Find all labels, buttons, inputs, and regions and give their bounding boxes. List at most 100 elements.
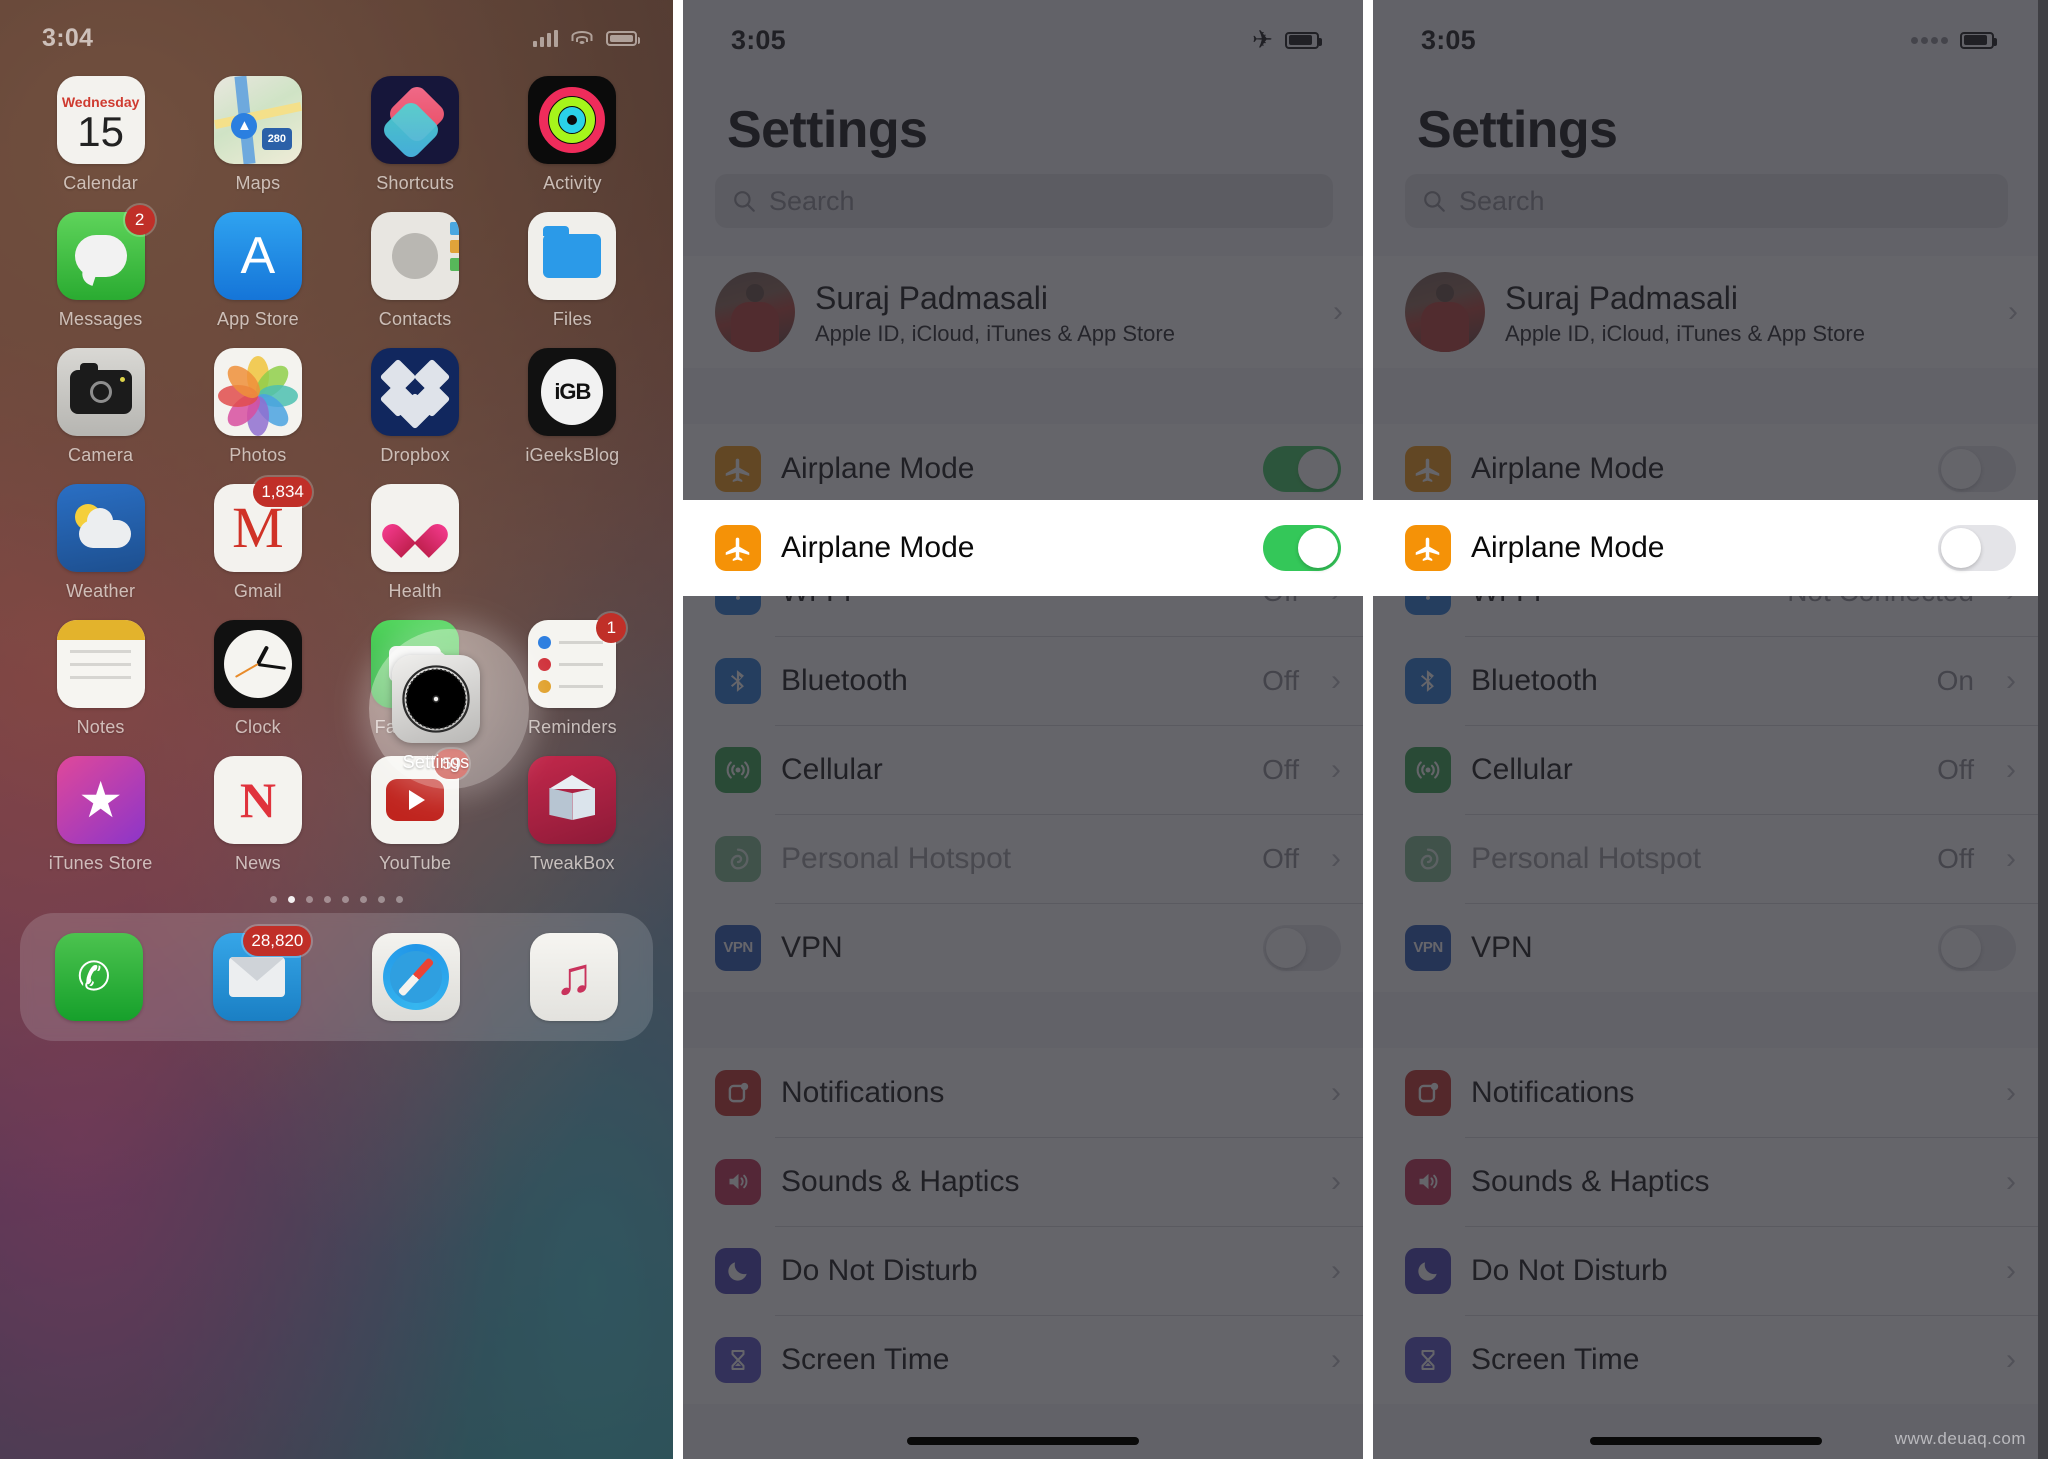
app-settings[interactable]: Settings — [392, 655, 480, 773]
screen-time-row[interactable]: Screen Time › — [683, 1315, 1363, 1404]
chevron-right-icon: › — [1331, 663, 1341, 697]
airplane-mode-toggle[interactable] — [1938, 445, 2016, 492]
dock-app-phone[interactable]: ✆ — [55, 933, 144, 1021]
vpn-toggle[interactable] — [1263, 924, 1341, 971]
screen-time-row[interactable]: Screen Time › — [1373, 1315, 2038, 1404]
airplane-mode-row-highlighted[interactable]: Airplane Mode — [683, 500, 1363, 596]
app-label: Photos — [229, 445, 287, 465]
dock-app-safari[interactable] — [371, 933, 460, 1021]
do-not-disturb-row[interactable]: Do Not Disturb › — [1373, 1226, 2038, 1315]
personal-hotspot-label: Personal Hotspot — [1471, 841, 1702, 875]
app-camera[interactable]: Camera — [22, 348, 179, 466]
vpn-row[interactable]: VPN VPN — [1373, 903, 2038, 992]
bluetooth-row[interactable]: Bluetooth On › — [1373, 636, 2038, 725]
app-shortcuts[interactable]: Shortcuts — [337, 76, 494, 194]
avatar — [1405, 272, 1485, 352]
personal-hotspot-label: Personal Hotspot — [781, 841, 1012, 875]
app-messages[interactable]: 2 Messages — [22, 205, 179, 330]
app-igeeksblog[interactable]: iGB iGeeksBlog — [494, 348, 651, 466]
notifications-row[interactable]: Notifications › — [1373, 1048, 2038, 1137]
personal-hotspot-row[interactable]: Personal Hotspot Off › — [683, 814, 1363, 903]
system-group: Notifications › Sounds & Haptics › Do No… — [1373, 1048, 2038, 1404]
search-placeholder: Search — [769, 185, 855, 216]
contacts-icon — [371, 212, 460, 300]
app-reminders[interactable]: 1 Reminders — [494, 613, 651, 738]
app-photos[interactable]: Photos — [179, 348, 336, 466]
vpn-toggle[interactable] — [1938, 924, 2016, 971]
app-maps[interactable]: ▲ 280 Maps — [179, 76, 336, 194]
account-subtitle: Apple ID, iCloud, iTunes & App Store — [1505, 320, 1865, 346]
phone-icon: ✆ — [55, 933, 144, 1021]
search-input[interactable]: Search — [715, 174, 1333, 228]
home-page-dots[interactable] — [0, 896, 673, 903]
personal-hotspot-value: Off — [1262, 842, 1299, 874]
chevron-right-icon: › — [1331, 1164, 1341, 1198]
app-label: App Store — [216, 309, 299, 329]
do-not-disturb-row[interactable]: Do Not Disturb › — [683, 1226, 1363, 1315]
chevron-right-icon: › — [1331, 1342, 1341, 1376]
news-icon: N — [213, 756, 302, 844]
home-row: Weather M 1,834 Gmail Health — [22, 477, 651, 620]
search-icon — [1424, 191, 1445, 212]
notes-icon — [56, 620, 145, 708]
airplane-mode-row-highlighted[interactable]: Airplane Mode — [1373, 500, 2038, 596]
vpn-label: VPN — [781, 930, 843, 964]
app-news[interactable]: N News — [179, 756, 336, 874]
app-files[interactable]: Files — [494, 212, 651, 330]
airplane-mode-toggle[interactable] — [1263, 525, 1341, 571]
hourglass-icon — [715, 1336, 761, 1383]
music-note-icon: ♫ — [529, 933, 618, 1021]
igb-logo-text: iGB — [541, 359, 604, 425]
battery-icon — [1960, 31, 1997, 49]
app-health[interactable]: Health — [337, 484, 494, 602]
cellular-label: Cellular — [1471, 752, 1573, 786]
dock-app-mail[interactable]: 28,820 — [213, 926, 312, 1021]
app-app-store[interactable]: A App Store — [179, 212, 336, 330]
home-row: ★ iTunes Store N News 59 YouTube TweakBo… — [22, 749, 651, 892]
app-settings-placeholder[interactable]: . — [494, 484, 651, 602]
vpn-row[interactable]: VPN VPN — [683, 903, 1363, 992]
app-label: Dropbox — [380, 445, 450, 465]
apple-id-row[interactable]: Suraj Padmasali Apple ID, iCloud, iTunes… — [1373, 256, 2038, 368]
cellular-row[interactable]: Cellular Off › — [683, 725, 1363, 814]
sounds-icon — [715, 1158, 761, 1205]
app-itunes-store[interactable]: ★ iTunes Store — [22, 756, 179, 874]
airplane-mode-toggle[interactable] — [1263, 445, 1341, 492]
app-weather[interactable]: Weather — [22, 484, 179, 602]
sounds-haptics-row[interactable]: Sounds & Haptics › — [683, 1137, 1363, 1226]
dock-app-music[interactable]: ♫ — [529, 933, 618, 1021]
home-indicator — [1589, 1437, 1822, 1445]
chevron-right-icon: › — [1331, 1253, 1341, 1287]
app-notes[interactable]: Notes — [22, 620, 179, 738]
chevron-right-icon: › — [2006, 841, 2016, 875]
sounds-haptics-row[interactable]: Sounds & Haptics › — [1373, 1137, 2038, 1226]
search-input[interactable]: Search — [1405, 174, 2008, 228]
app-activity[interactable]: Activity — [494, 76, 651, 194]
screen-time-label: Screen Time — [781, 1342, 950, 1376]
app-label: iGeeksBlog — [525, 445, 620, 465]
airplane-mode-toggle[interactable] — [1938, 525, 2016, 571]
photos-icon — [213, 348, 302, 436]
notifications-row[interactable]: Notifications › — [683, 1048, 1363, 1137]
battery-icon — [1285, 31, 1322, 49]
personal-hotspot-row[interactable]: Personal Hotspot Off › — [1373, 814, 2038, 903]
cellular-row[interactable]: Cellular Off › — [1373, 725, 2038, 814]
do-not-disturb-label: Do Not Disturb — [1471, 1253, 1668, 1287]
app-label: YouTube — [379, 853, 452, 873]
app-gmail[interactable]: M 1,834 Gmail — [179, 477, 336, 602]
app-calendar[interactable]: Wednesday 15 Calendar — [22, 76, 179, 194]
chevron-right-icon: › — [2006, 1253, 2016, 1287]
health-heart-icon — [371, 484, 460, 572]
app-label: Gmail — [233, 581, 282, 601]
app-youtube[interactable]: 59 YouTube — [337, 749, 494, 874]
app-clock[interactable]: Clock — [179, 620, 336, 738]
app-contacts[interactable]: Contacts — [337, 212, 494, 330]
apple-id-row[interactable]: Suraj Padmasali Apple ID, iCloud, iTunes… — [683, 256, 1363, 368]
status-time: 3:05 — [1421, 24, 1476, 55]
app-dropbox[interactable]: Dropbox — [337, 348, 494, 466]
bluetooth-row[interactable]: Bluetooth Off › — [683, 636, 1363, 725]
app-tweakbox[interactable]: TweakBox — [494, 756, 651, 874]
personal-hotspot-value: Off — [1937, 842, 1974, 874]
bluetooth-icon — [715, 657, 761, 704]
account-name: Suraj Padmasali — [815, 279, 1048, 316]
